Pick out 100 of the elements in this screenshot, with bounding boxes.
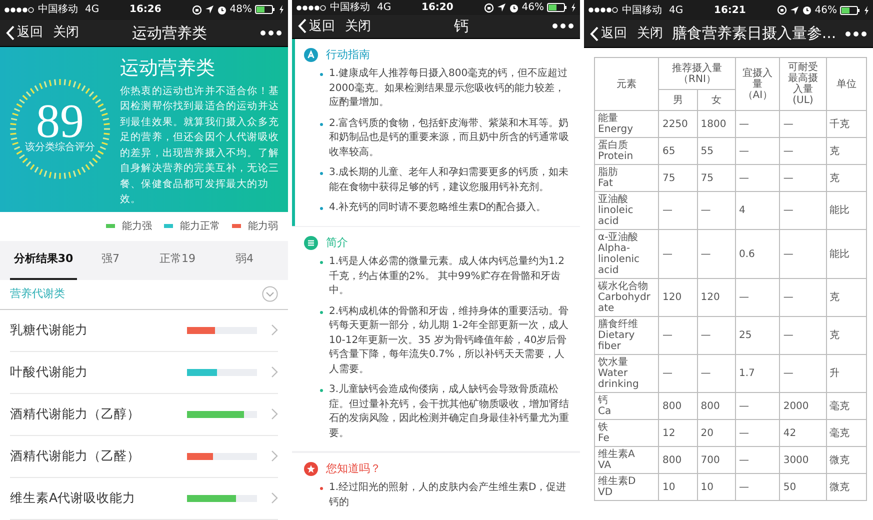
bullet-text: 1.经过阳光的照射，人的皮肤内会产生维生素D，促进钙的 xyxy=(329,481,568,510)
table-cell: — xyxy=(736,164,780,192)
expand-chevron-icon[interactable] xyxy=(262,286,278,302)
table-cell: — xyxy=(780,110,826,138)
table-cell: 75 xyxy=(697,164,736,192)
close-link[interactable]: 关闭 xyxy=(53,23,79,43)
more-options-icon[interactable] xyxy=(260,30,282,36)
table-cell: 2250 xyxy=(658,110,698,138)
bullet-dot xyxy=(320,487,323,490)
table-cell: 克 xyxy=(826,138,866,164)
table-cell: 0.6 xyxy=(736,230,780,278)
table-cell: — xyxy=(697,192,736,230)
back-chevron-icon xyxy=(590,26,599,42)
ability-label: 酒精代谢能力（乙醇） xyxy=(10,404,141,423)
back-link[interactable]: 返回 xyxy=(6,23,43,43)
table-cell: 能比 xyxy=(826,192,866,230)
bullet-dot xyxy=(320,261,323,264)
table-cell: 碳水化合物 Carbohydrate xyxy=(594,278,659,316)
battery-icon xyxy=(840,6,861,14)
table-cell: 1800 xyxy=(697,110,736,138)
table-cell: — xyxy=(697,354,736,392)
chevron-right-icon[interactable] xyxy=(271,450,278,462)
table-cell: — xyxy=(780,278,826,316)
category-title: 营养代谢类 xyxy=(10,286,65,302)
table-cell: 亚油酸 linoleic acid xyxy=(594,192,659,230)
network-type: 4G xyxy=(85,3,100,18)
carrier-name: 中国移动 xyxy=(330,0,370,15)
table-cell: 4 xyxy=(736,192,780,230)
score-caption: 该分类综合评分 xyxy=(25,140,95,156)
table-header-cell: 元素 xyxy=(594,58,659,110)
hero-description: 你热衷的运动也许并不适合你！基因检测帮你找到最适合的运动并达到最佳效果。就算我们摄入众多充足的营养，但还会因个人代谢吸收的差异，出现营养摄入不均。了解自身解决营养的完美互补，无论三餐、保健食品都可发挥最大的功效。 xyxy=(120,84,280,208)
table-header-cell: 宜摄入量（AI） xyxy=(736,58,780,110)
table-cell: 1.7 xyxy=(736,354,780,392)
table-cell: 毫克 xyxy=(826,420,866,446)
table-cell: — xyxy=(658,230,698,278)
table-cell: — xyxy=(736,138,780,164)
chevron-right-icon[interactable] xyxy=(271,408,278,420)
table-cell: 饮水量 Water drinking xyxy=(594,354,659,392)
table-cell: — xyxy=(736,446,780,474)
filter-tab[interactable]: 分析结果30 xyxy=(10,240,77,280)
rotation-lock-icon xyxy=(776,5,787,15)
table-cell: 微克 xyxy=(826,446,866,474)
table-header-cell: 可耐受最高摄入量(UL) xyxy=(780,58,826,110)
alarm-clock-icon xyxy=(802,5,812,15)
table-cell: — xyxy=(780,164,826,192)
table-cell: 微克 xyxy=(826,474,866,500)
page-title: 钙 xyxy=(453,16,470,37)
table-cell: 75 xyxy=(658,164,698,192)
ability-label: 叶酸代谢能力 xyxy=(10,362,89,381)
table-cell: 钙 Ca xyxy=(594,392,659,420)
table-cell: — xyxy=(736,474,780,500)
location-arrow-icon xyxy=(790,6,799,14)
bullet-text: 2.钙构成机体的骨骼和牙齿，维持身体的重要活动。骨钙每天更新一部分，幼儿期 1-2年全部更新一次，成人10-12年更新一次。35 岁为骨钙峰值年龄，40岁后骨钙含量下降，每年流失0.7%，所以补钙天天需要，人人需要。 xyxy=(329,304,570,377)
table-cell: — xyxy=(780,138,826,164)
charging-bolt-icon xyxy=(570,3,576,12)
table-cell: 50 xyxy=(780,474,826,500)
bullet-text: 4.补充钙的同时请不要忽略维生素D的配合摄入。 xyxy=(329,201,546,215)
table-cell: 脂肪 Fat xyxy=(594,164,659,192)
close-link[interactable]: 关闭 xyxy=(637,24,663,44)
table-cell: — xyxy=(736,420,780,446)
table-cell: 克 xyxy=(826,278,866,316)
table-cell: — xyxy=(780,230,826,278)
bullet-text: 3.成长期的儿童、老年人和孕妇需要更多的钙质，如未能在食物中获得足够的钙，建议您服用钙补充剂。 xyxy=(329,166,570,194)
bullet-text: 3.儿童缺钙会造成佝偻病，成人缺钙会导致骨质疏松症。但过量补充钙，会干扰其他矿物质吸收，增加肾结石的发病风险，因此检测并确定自身最佳补钙量尤为重要。 xyxy=(329,383,570,441)
table-cell: 120 xyxy=(658,278,698,316)
charging-bolt-icon xyxy=(864,6,869,14)
more-options-icon[interactable] xyxy=(845,30,867,36)
table-cell: 42 xyxy=(780,420,826,446)
legend-label: 能力弱 xyxy=(248,220,278,234)
table-header-cell: 推荐摄入量（RNI） xyxy=(658,58,736,90)
table-cell: 700 xyxy=(697,446,736,474)
chevron-right-icon[interactable] xyxy=(271,492,278,504)
filter-tab[interactable]: 强7 xyxy=(77,240,144,280)
ability-label: 酒精代谢能力（乙醛） xyxy=(10,446,141,465)
bullet-text: 1.健康成年人推荐每日摄入800毫克的钙，但不应超过2000毫克。如果检测结果显示您吸收钙的能力较差，应酌量增加。 xyxy=(329,67,569,110)
bullet-dot xyxy=(320,172,323,175)
close-link[interactable]: 关闭 xyxy=(345,16,371,36)
table-cell: — xyxy=(780,354,826,392)
chevron-right-icon[interactable] xyxy=(271,366,278,378)
filter-tab[interactable]: 弱4 xyxy=(211,240,278,280)
bullet-dot xyxy=(320,207,323,210)
back-link[interactable]: 返回 xyxy=(298,16,335,36)
section-title: 简介 xyxy=(326,234,348,251)
battery-percent: 46% xyxy=(522,1,544,15)
back-link[interactable]: 返回 xyxy=(590,24,627,44)
network-type: 4G xyxy=(377,1,392,15)
clock-time: 16:26 xyxy=(130,3,162,18)
table-cell: 能量 Energy xyxy=(594,110,659,138)
table-cell: 能比 xyxy=(826,230,866,278)
table-cell: 55 xyxy=(697,138,736,164)
table-cell: 800 xyxy=(658,446,698,474)
table-cell: 800 xyxy=(658,392,698,420)
filter-tab[interactable]: 正常19 xyxy=(144,240,211,280)
back-chevron-icon xyxy=(298,18,307,34)
rotation-lock-icon xyxy=(192,4,202,15)
battery-percent: 48% xyxy=(230,3,252,18)
location-arrow-icon xyxy=(496,3,506,12)
chevron-right-icon[interactable] xyxy=(271,324,278,336)
more-options-icon[interactable] xyxy=(552,23,574,30)
table-cell: 克 xyxy=(826,164,866,192)
